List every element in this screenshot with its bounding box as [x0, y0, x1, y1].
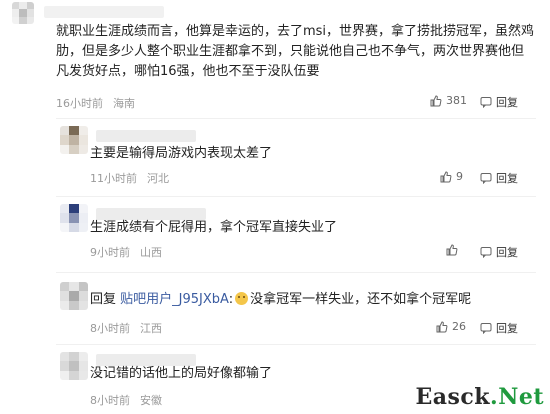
comment-meta: 9小时前 山西: [90, 244, 162, 260]
comment-time: 8小时前: [90, 394, 130, 407]
comment-text: 生涯成绩有个屁得用，拿个冠军直接失业了: [90, 220, 338, 235]
comment-bubble-icon: [480, 322, 492, 334]
avatar[interactable]: [60, 126, 88, 154]
reply-text: 没拿冠军一样失业，还不如拿个冠军呢: [250, 292, 472, 307]
like-count: 381: [446, 94, 467, 107]
thumbs-up-icon: [430, 94, 442, 107]
like-button[interactable]: 381: [430, 94, 467, 107]
reply-button[interactable]: 回复: [480, 244, 518, 260]
divider: [56, 344, 536, 345]
reply-label: 回复: [496, 246, 518, 259]
comment-location: 河北: [147, 172, 169, 185]
reply-colon: :: [228, 292, 234, 307]
comment-location: 安徽: [140, 394, 162, 407]
reply-prefix: 回复: [90, 292, 117, 307]
thumbs-up-icon: [436, 320, 448, 333]
avatar[interactable]: [60, 352, 88, 380]
reply-user-link[interactable]: 贴吧用户_J95JXbA: [120, 292, 229, 307]
comment-location: 江西: [140, 322, 162, 335]
comment-bubble-icon: [480, 246, 492, 258]
comment-location: 海南: [113, 97, 135, 110]
reply-button[interactable]: 回复: [480, 170, 518, 186]
avatar[interactable]: [12, 2, 34, 24]
watermark-main: Easck: [415, 384, 491, 410]
thumbs-up-icon: [446, 244, 458, 256]
watermark-dot: .: [490, 384, 499, 410]
reply-label: 回复: [496, 322, 518, 335]
divider: [56, 196, 536, 197]
comment-meta: 11小时前 河北: [90, 170, 169, 186]
comment-time: 11小时前: [90, 172, 137, 185]
comment-text: 主要是输得局游戏内表现太差了: [90, 146, 273, 161]
comment-time: 16小时前: [56, 97, 103, 110]
divider: [56, 118, 536, 119]
username-redacted: [96, 130, 196, 142]
emoji-icon: [235, 292, 249, 305]
comment-bubble-icon: [480, 96, 492, 108]
comment-time: 8小时前: [90, 322, 130, 335]
reply-button[interactable]: 回复: [480, 94, 518, 110]
thumbs-up-icon: [440, 170, 452, 183]
like-count: 26: [452, 320, 466, 333]
like-count: 9: [456, 170, 463, 183]
username-redacted: [44, 6, 164, 18]
avatar[interactable]: [60, 204, 88, 232]
comment-text: 回复 贴吧用户_J95JXbA: 没拿冠军一样失业，还不如拿个冠军呢: [90, 290, 530, 310]
site-watermark: Easck.Net: [415, 384, 544, 410]
watermark-suffix: Net: [498, 384, 544, 410]
like-button[interactable]: 26: [436, 320, 466, 333]
like-button[interactable]: [446, 244, 462, 256]
comment-text: 就职业生涯成绩而言，他算是幸运的，去了msi，世界赛，拿了捞批捞冠军，虽然鸡肋，…: [56, 24, 535, 79]
comment-text: 没记错的话他上的局好像都输了: [90, 366, 273, 381]
comment-meta: 16小时前 海南: [56, 95, 135, 111]
comment-bubble-icon: [480, 172, 492, 184]
avatar[interactable]: [60, 282, 88, 310]
reply-label: 回复: [496, 172, 518, 185]
comment-time: 9小时前: [90, 246, 130, 259]
reply-button[interactable]: 回复: [480, 320, 518, 336]
divider: [56, 272, 536, 273]
comment-location: 山西: [140, 246, 162, 259]
reply-label: 回复: [496, 96, 518, 109]
like-button[interactable]: 9: [440, 170, 463, 183]
comment-meta: 8小时前 江西: [90, 320, 162, 336]
comment-meta: 8小时前 安徽: [90, 392, 162, 408]
